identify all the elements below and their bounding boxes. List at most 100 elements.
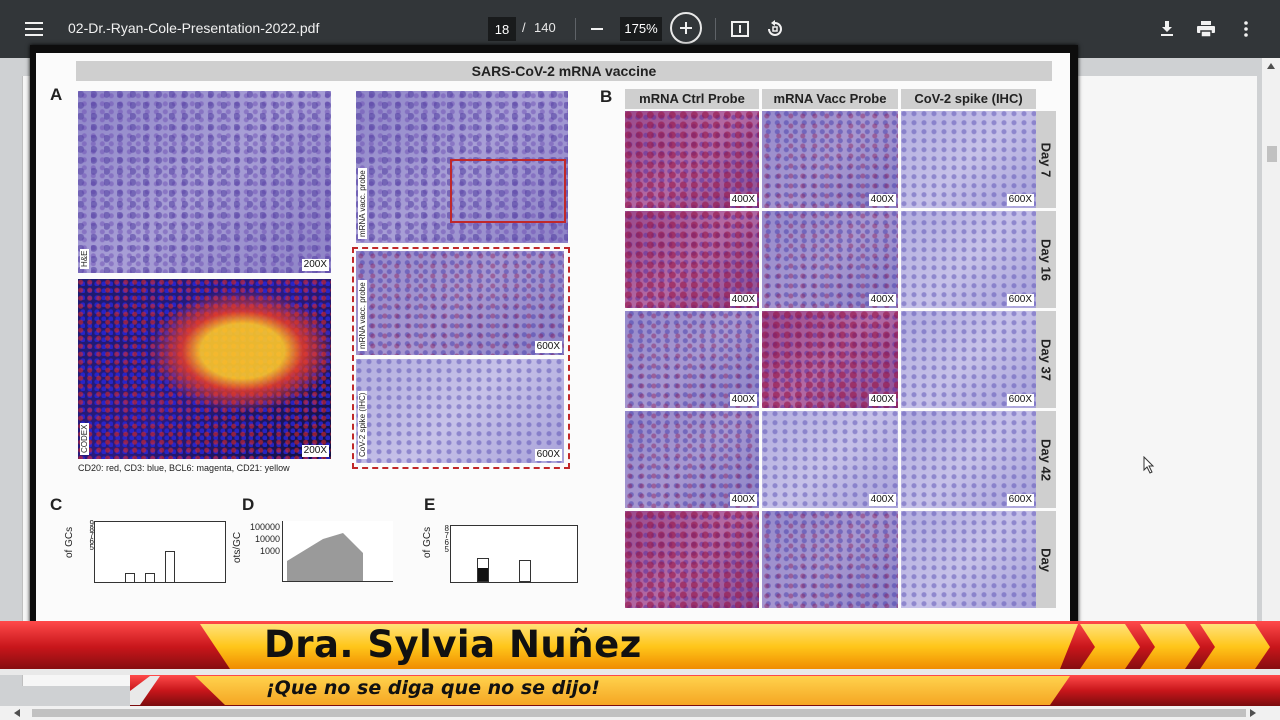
plus-icon	[680, 22, 692, 34]
grid-cell-day42-ctrl: 400X	[625, 411, 759, 508]
grid-cell-day16-spike: 600X	[901, 211, 1036, 308]
bar	[477, 558, 489, 582]
grid-cell-day37-ctrl: 400X	[625, 311, 759, 408]
download-button[interactable]	[1155, 16, 1179, 42]
zoom-level-input[interactable]: 175%	[620, 17, 662, 41]
panel-e-letter: E	[424, 495, 436, 514]
more-vert-icon	[1244, 21, 1248, 37]
probe-overview-label: mRNA vacc. probe	[358, 168, 367, 239]
print-icon	[1197, 21, 1215, 37]
magnification-label: 600X	[1006, 194, 1034, 206]
row-label-day37: Day 37	[1036, 311, 1056, 408]
grid-cell-lastday-spike	[901, 511, 1036, 608]
he-label: H&E	[80, 248, 89, 269]
grid-cell-day37-vacc: 400X	[762, 311, 898, 408]
hamburger-menu-icon	[25, 22, 43, 36]
page-number-input[interactable]	[488, 17, 516, 41]
panel-e-ticks: 8765	[444, 524, 449, 554]
panel-c-letter: C	[50, 495, 63, 514]
grid-cell-day7-ctrl: 400X	[625, 111, 759, 208]
row-label-day7: Day 7	[1036, 111, 1056, 208]
panel-e-ylabel: of GCs	[422, 526, 433, 558]
column-header-vacc-probe: mRNA Vacc Probe	[762, 89, 898, 109]
minus-icon	[591, 28, 603, 30]
bar	[145, 573, 155, 582]
magnification-label: 600X	[1006, 294, 1034, 306]
panel-e-chart	[450, 525, 578, 583]
panel-d-ylabel: ots/GC	[232, 531, 243, 563]
grid-cell-day42-vacc: 400X	[762, 411, 898, 508]
grid-cell-day16-ctrl: 400X	[625, 211, 759, 308]
row-label-day42: Day 42	[1036, 411, 1056, 508]
magnification-label: 400X	[729, 294, 757, 306]
bar	[519, 560, 531, 582]
magnification-label: 400X	[729, 394, 757, 406]
toolbar-divider	[715, 18, 716, 40]
horizontal-scrollbar-thumb[interactable]	[32, 709, 1246, 717]
magnification-label: 400X	[868, 194, 896, 206]
codex-legend: CD20: red, CD3: blue, BCL6: magenta, CD2…	[78, 463, 290, 473]
codex-magnification: 200X	[301, 445, 329, 457]
banner-slogan: ¡Que no se diga que no se dijo!	[266, 677, 600, 699]
panel-b-letter: B	[600, 87, 613, 106]
row-label-lastday: Day	[1036, 511, 1056, 608]
mouse-cursor-icon	[1143, 456, 1155, 474]
more-actions-button[interactable]	[1236, 16, 1256, 42]
probe-zoom-micrograph: mRNA vacc. probe 600X	[356, 251, 564, 355]
grid-cell-day42-spike: 600X	[901, 411, 1036, 508]
horizontal-scrollbar[interactable]	[0, 706, 1262, 720]
scroll-left-arrow-icon[interactable]	[14, 709, 20, 717]
panel-d-trend	[287, 533, 363, 581]
panel-c-chart	[94, 521, 226, 583]
zoom-in-button[interactable]	[670, 12, 702, 44]
codex-micrograph: CODEX 200X	[78, 279, 331, 459]
grid-cell-lastday-ctrl	[625, 511, 759, 608]
column-header-spike-ihc: CoV-2 spike (IHC)	[901, 89, 1036, 109]
magnification-label: 400X	[868, 294, 896, 306]
bar	[125, 573, 135, 582]
vertical-scrollbar-thumb[interactable]	[1267, 146, 1277, 162]
download-icon	[1161, 21, 1173, 36]
fit-page-icon	[731, 21, 749, 37]
grid-cell-lastday-vacc	[762, 511, 898, 608]
panel-d-ticks: 100000 10000 1000	[249, 522, 280, 556]
he-micrograph: H&E 200X	[78, 91, 331, 273]
figure-title: SARS-CoV-2 mRNA vaccine	[76, 61, 1052, 81]
spike-zoom-magnification: 600X	[534, 449, 562, 461]
probe-zoom-magnification: 600X	[534, 341, 562, 353]
he-magnification: 200X	[301, 259, 329, 271]
magnification-label: 400X	[868, 394, 896, 406]
codex-label: CODEX	[80, 422, 89, 455]
scroll-up-arrow-icon[interactable]	[1267, 63, 1275, 69]
rotate-icon	[768, 20, 782, 36]
panel-d-letter: D	[242, 495, 255, 514]
rotate-button[interactable]	[763, 16, 787, 42]
panel-c-ylabel: of GCs	[64, 526, 75, 558]
magnification-label: 400X	[868, 494, 896, 506]
document-title: 02-Dr.-Ryan-Cole-Presentation-2022.pdf	[68, 20, 320, 36]
grid-cell-day16-vacc: 400X	[762, 211, 898, 308]
grid-cell-day7-spike: 600X	[901, 111, 1036, 208]
page-total: 140	[534, 20, 556, 35]
probe-overview-micrograph: mRNA vacc. probe	[356, 91, 568, 243]
menu-button[interactable]	[20, 16, 48, 42]
figure-image: SARS-CoV-2 mRNA vaccine A H&E 200X CODEX…	[36, 53, 1070, 623]
panel-c-ticks: 98765	[89, 519, 94, 552]
zoom-out-button[interactable]	[585, 16, 609, 42]
magnification-label: 600X	[1006, 394, 1034, 406]
print-button[interactable]	[1194, 16, 1218, 42]
fit-to-page-button[interactable]	[728, 16, 752, 42]
panel-d-chart	[282, 521, 393, 582]
presenter-name: Dra. Sylvia Nuñez	[264, 623, 642, 666]
bar	[165, 551, 175, 582]
panel-a-letter: A	[50, 85, 63, 104]
zoom-region-box	[450, 159, 566, 223]
magnification-label: 400X	[729, 494, 757, 506]
lower-third-banner: Dra. Sylvia Nuñez ¡Que no se diga que no…	[0, 621, 1280, 706]
scroll-right-arrow-icon[interactable]	[1250, 709, 1256, 717]
magnification-label: 400X	[729, 194, 757, 206]
toolbar-divider	[575, 18, 576, 40]
spike-zoom-micrograph: CoV-2 spike (IHC) 600X	[356, 359, 564, 463]
column-header-ctrl-probe: mRNA Ctrl Probe	[625, 89, 759, 109]
grid-cell-day7-vacc: 400X	[762, 111, 898, 208]
